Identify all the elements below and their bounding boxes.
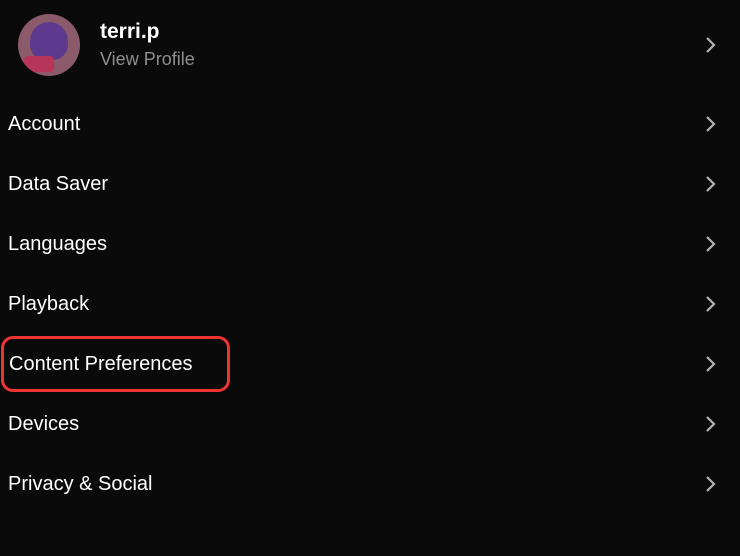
chevron-right-icon [698,112,722,136]
chevron-right-icon [698,172,722,196]
menu-item-label: Languages [8,233,107,256]
menu-item-label: Privacy & Social [8,473,153,496]
menu-item-playback[interactable]: Playback [0,274,740,334]
chevron-right-icon [698,232,722,256]
avatar [18,14,80,76]
chevron-right-icon [698,292,722,316]
menu-item-languages[interactable]: Languages [0,214,740,274]
menu-item-label: Account [8,113,80,136]
profile-row[interactable]: terri.p View Profile [0,0,740,94]
profile-subtitle: View Profile [100,47,698,72]
menu-item-account[interactable]: Account [0,94,740,154]
menu-item-label: Devices [8,413,79,436]
menu-item-privacy-social[interactable]: Privacy & Social [0,454,740,514]
menu-item-label: Content Preferences [8,353,192,376]
chevron-right-icon [698,33,722,57]
menu-item-label: Data Saver [8,173,108,196]
chevron-right-icon [698,352,722,376]
menu-item-content-preferences[interactable]: Content Preferences [0,334,740,394]
menu-item-data-saver[interactable]: Data Saver [0,154,740,214]
menu-item-devices[interactable]: Devices [0,394,740,454]
profile-text: terri.p View Profile [100,18,698,72]
chevron-right-icon [698,412,722,436]
menu-item-label: Playback [8,293,89,316]
profile-name: terri.p [100,18,698,45]
chevron-right-icon [698,472,722,496]
